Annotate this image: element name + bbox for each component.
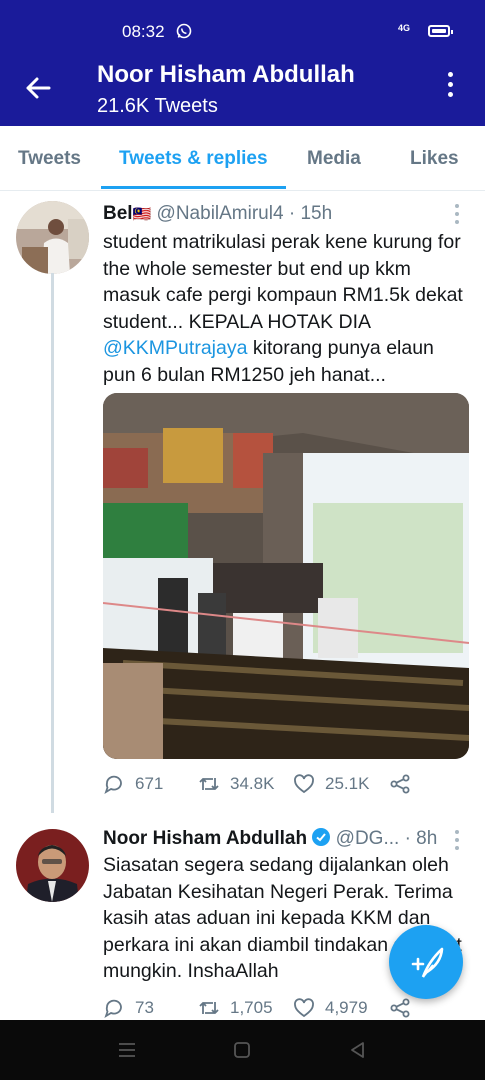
tweet-photo[interactable] <box>103 393 469 759</box>
avatar[interactable] <box>16 201 89 274</box>
like-count: 4,979 <box>325 998 368 1017</box>
tweet-header: Bel🇲🇾 @NabilAmirul4 · 15h <box>103 203 332 225</box>
tweet-time: 15h <box>300 203 333 224</box>
profile-tabs: Tweets Tweets & replies Media Likes <box>0 126 485 191</box>
like-button[interactable]: 4,979 <box>293 997 368 1019</box>
like-icon <box>294 998 314 1018</box>
compose-icon <box>411 947 444 978</box>
menu-nav-icon[interactable] <box>117 1040 137 1060</box>
battery-icon <box>428 25 453 37</box>
home-nav-icon[interactable] <box>232 1040 252 1060</box>
tab-media[interactable]: Media <box>307 148 361 170</box>
reply-count: 73 <box>135 998 154 1017</box>
separator-dot: · <box>288 203 296 224</box>
retweet-count: 1,705 <box>230 998 273 1017</box>
share-button[interactable] <box>389 773 411 795</box>
share-icon <box>390 998 410 1018</box>
retweet-icon <box>199 778 219 790</box>
tab-tweets-and-replies[interactable]: Tweets & replies <box>119 148 268 170</box>
mention-link[interactable]: @KKMPutrajaya <box>103 337 247 359</box>
reply-button[interactable]: 73 <box>103 997 154 1019</box>
separator-dot: · <box>404 828 411 849</box>
back-arrow-icon[interactable] <box>24 74 52 102</box>
tweet-menu-icon[interactable] <box>454 204 460 224</box>
author-name[interactable]: Noor Hisham Abdullah <box>103 828 307 849</box>
status-bar: 08:32 4G <box>0 0 485 60</box>
system-nav-bar <box>0 1020 485 1080</box>
like-icon <box>294 774 314 794</box>
compose-button[interactable] <box>389 925 463 999</box>
tweet-actions: 671 34.8K 25.1K <box>103 773 469 803</box>
profile-name-title: Noor Hisham Abdullah <box>97 61 355 88</box>
thread-connector <box>51 273 54 813</box>
tab-likes[interactable]: Likes <box>410 148 459 170</box>
tweet-count: 21.6K Tweets <box>97 95 218 117</box>
retweet-button[interactable]: 1,705 <box>198 997 273 1019</box>
author-handle[interactable]: @NabilAmirul4 <box>157 203 284 224</box>
like-button[interactable]: 25.1K <box>293 773 369 795</box>
avatar[interactable] <box>16 829 89 902</box>
tweet-text-part: student matrikulasi perak kene kurung fo… <box>103 231 463 333</box>
like-count: 25.1K <box>325 774 370 793</box>
tweet-menu-icon[interactable] <box>454 830 460 850</box>
reply-count: 671 <box>135 774 164 793</box>
reply-icon <box>104 999 122 1019</box>
clock: 08:32 <box>122 22 165 41</box>
verified-badge-icon <box>312 828 331 846</box>
share-icon <box>390 774 410 794</box>
tweet-text: student matrikulasi perak kene kurung fo… <box>103 229 463 388</box>
active-tab-indicator <box>101 186 286 189</box>
author-name[interactable]: Bel <box>103 203 133 224</box>
tab-tweets[interactable]: Tweets <box>18 148 81 170</box>
reply-icon <box>104 775 122 795</box>
network-indicator: 4G <box>398 23 411 33</box>
reply-button[interactable]: 671 <box>103 773 163 795</box>
more-vertical-icon[interactable] <box>442 72 458 102</box>
share-button[interactable] <box>389 997 411 1019</box>
retweet-count: 34.8K <box>230 774 275 793</box>
tweet-time: 8h <box>416 828 438 849</box>
app-bar: Noor Hisham Abdullah 21.6K Tweets <box>0 60 485 126</box>
retweet-icon <box>199 1002 219 1014</box>
flag-emoji: 🇲🇾 <box>132 206 152 223</box>
retweet-button[interactable]: 34.8K <box>198 773 274 795</box>
back-nav-icon[interactable] <box>348 1040 368 1060</box>
whatsapp-icon <box>176 23 192 39</box>
author-handle[interactable]: @DG... <box>336 828 400 849</box>
tweet-header: Noor Hisham Abdullah @DG... · 8h <box>103 828 437 850</box>
